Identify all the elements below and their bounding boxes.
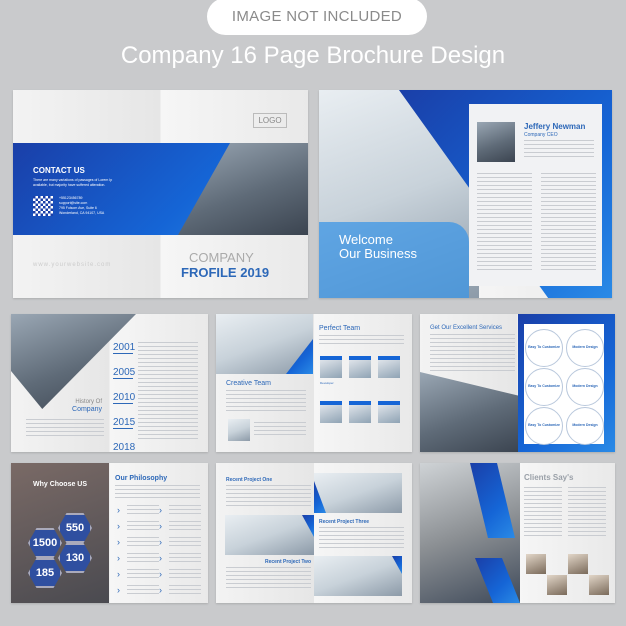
chevron-right-icon: ›	[159, 537, 162, 547]
project-one-title: Recent Project One	[226, 477, 273, 483]
service-item: Easy To Customize	[525, 329, 563, 367]
logo: LOGO	[253, 113, 287, 128]
client-photo	[547, 575, 567, 595]
creative-team-title: Creative Team	[226, 380, 272, 387]
company-label: COMPANY	[189, 250, 254, 265]
timeline-year: 2018	[113, 442, 136, 452]
ceo-role: Company CEO	[524, 132, 558, 138]
welcome-spread: Welcome Our Business Jeffery Newman Comp…	[319, 90, 612, 298]
chevron-right-icon: ›	[117, 505, 120, 515]
chevron-right-icon: ›	[117, 569, 120, 579]
services-title: Get Our Excellent Services	[430, 325, 503, 331]
timeline-year: 2001	[113, 342, 136, 354]
why-spread: Why Choose US 550 1500 130 185 Our Philo…	[11, 463, 208, 603]
image-not-included-badge: IMAGE NOT INCLUDED	[207, 0, 427, 35]
service-item: Modern Design	[566, 329, 604, 367]
member-photo	[349, 356, 371, 378]
contact-text: There are many variations of passages of…	[33, 178, 113, 187]
service-item: Easy To Customize	[525, 407, 563, 445]
why-title: Why Choose US	[32, 481, 88, 488]
qr-code-icon	[33, 196, 53, 216]
services-spread: Get Our Excellent Services Easy To Custo…	[420, 314, 615, 452]
service-item: Modern Design	[566, 368, 604, 406]
perfect-team-title: Perfect Team	[319, 325, 361, 332]
member-photo	[378, 356, 400, 378]
member-photo	[320, 356, 342, 378]
contact-title: CONTACT US	[33, 166, 85, 175]
timeline-year: 2005	[113, 367, 136, 379]
project-three-title: Recent Project Three	[319, 519, 370, 525]
services-grid: Easy To Customize Modern Design Easy To …	[525, 329, 604, 445]
cover-spread: CONTACT US There are many variations of …	[13, 90, 308, 298]
client-photo	[589, 575, 609, 595]
welcome-heading-2: Our Business	[339, 246, 418, 261]
member-photo	[320, 401, 342, 423]
chevron-right-icon: ›	[159, 505, 162, 515]
member-photo	[228, 419, 250, 441]
project-photo	[225, 515, 314, 555]
profile-label: FROFILE 2019	[181, 265, 270, 280]
chevron-right-icon: ›	[159, 553, 162, 563]
chevron-right-icon: ›	[159, 585, 162, 595]
timeline-year: 2010	[113, 392, 136, 404]
philosophy-list: › › › › › › › › › › › ›	[117, 505, 201, 595]
project-photo	[314, 556, 402, 596]
ceo-photo	[477, 122, 515, 162]
client-photo	[526, 554, 546, 574]
philosophy-title: Our Philosophy	[115, 475, 168, 482]
chevron-right-icon: ›	[117, 537, 120, 547]
chevron-right-icon: ›	[159, 521, 162, 531]
history-title-2: Company	[72, 406, 102, 413]
website: www.yourwebsite.com	[33, 262, 112, 268]
member-role: Developer	[320, 381, 334, 385]
timeline-year: 2015	[113, 417, 136, 429]
service-item: Modern Design	[566, 407, 604, 445]
chevron-right-icon: ›	[159, 569, 162, 579]
client-photo	[568, 554, 588, 574]
history-spread: History Of Company 2001 2005 2010 2015 2…	[11, 314, 208, 452]
clients-title: Clients Say's	[524, 473, 574, 482]
team-grid	[320, 356, 400, 423]
history-title-1: History Of	[75, 399, 102, 405]
service-item: Easy To Customize	[525, 368, 563, 406]
chevron-right-icon: ›	[117, 521, 120, 531]
chevron-right-icon: ›	[117, 585, 120, 595]
clients-spread: Clients Say's	[420, 463, 615, 603]
member-photo	[378, 401, 400, 423]
chevron-right-icon: ›	[117, 553, 120, 563]
project-two-title: Recent Project Two	[264, 559, 311, 565]
ceo-name: Jeffery Newman	[524, 122, 586, 131]
welcome-heading-1: Welcome	[339, 232, 393, 247]
project-photo	[314, 473, 402, 513]
timeline: 2001 2005 2010 2015 2018	[113, 342, 136, 452]
contact-address-2: Wonderland, CA 94107, USA	[59, 211, 105, 215]
projects-spread: Recent Project One Recent Project Three …	[216, 463, 412, 603]
page-title: Company 16 Page Brochure Design	[120, 42, 506, 69]
member-photo	[349, 401, 371, 423]
team-spread: Creative Team Perfect Team Developer	[216, 314, 412, 452]
laptop-photo	[420, 372, 520, 452]
